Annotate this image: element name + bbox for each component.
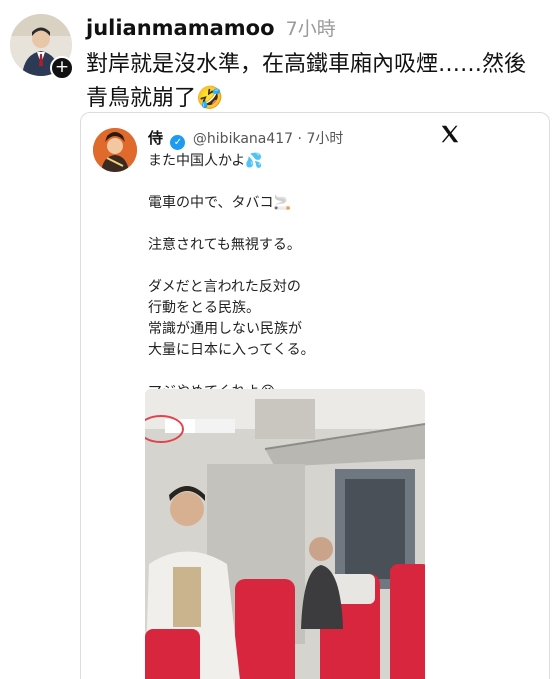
quoted-time-separator: · (297, 131, 302, 147)
x-logo-icon[interactable] (439, 123, 461, 145)
profile-avatar-wrap[interactable]: + (10, 14, 74, 80)
quoted-post-card[interactable]: 侍 ✓ @hibikana417 · 7小时 また中国人かよ💦 電車の中で、タバ… (80, 112, 550, 679)
quoted-time: 7小时 (306, 131, 344, 147)
quoted-paragraph: また中国人かよ💦 (148, 153, 263, 169)
train-interior-image (145, 389, 425, 679)
quoted-body: また中国人かよ💦 電車の中で、タバコ🚬 注意されても無視する。 ダメだと言われた… (148, 151, 315, 403)
quoted-avatar-image (93, 128, 137, 172)
username[interactable]: julianmamamoo (86, 16, 275, 40)
post-text: 對岸就是沒水準，在高鐵車廂內吸煙……然後青鳥就崩了🤣 (86, 52, 527, 111)
post-time: 7小時 (285, 18, 336, 40)
post-header: julianmamamoo 7小時 (86, 14, 336, 41)
quoted-paragraph: 注意されても無視する。 (148, 237, 301, 253)
quoted-paragraph: 電車の中で、タバコ🚬 (148, 195, 291, 211)
quoted-video-thumbnail[interactable] (145, 389, 425, 679)
quoted-header: 侍 ✓ @hibikana417 · 7小时 (148, 127, 343, 150)
quoted-handle[interactable]: @hibikana417 (193, 131, 293, 147)
quoted-paragraph: ダメだと言われた反対の 行動をとる民族。 常識が通用しない民族が 大量に日本に入… (148, 279, 315, 358)
quoted-avatar[interactable] (93, 128, 137, 172)
quoted-name[interactable]: 侍 (148, 129, 163, 147)
follow-plus-icon[interactable]: + (50, 56, 74, 80)
verified-check-icon: ✓ (170, 135, 186, 150)
